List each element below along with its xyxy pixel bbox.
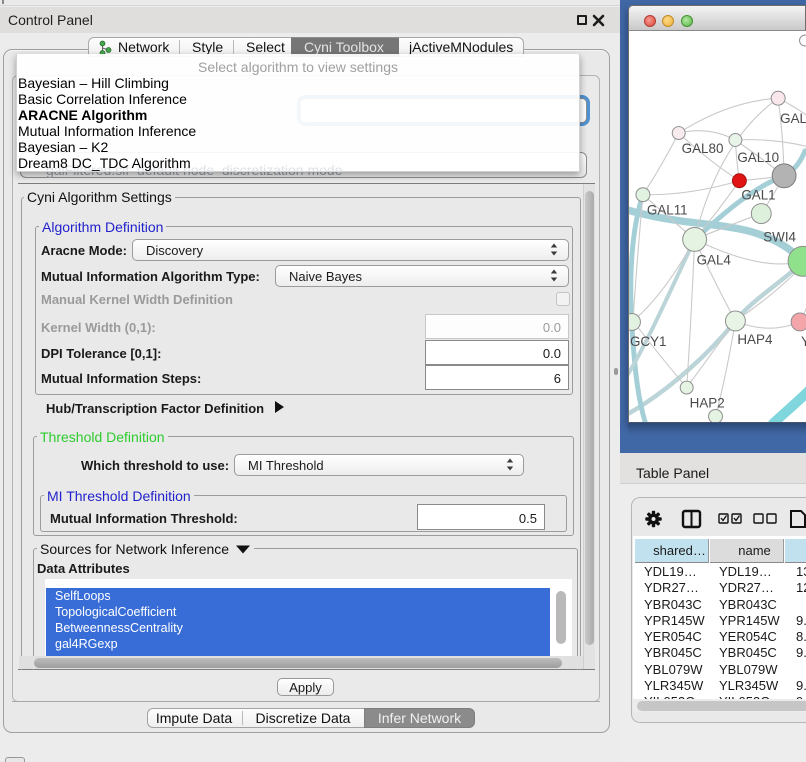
svg-text:GAL10: GAL10	[737, 150, 779, 165]
svg-text:GAL4: GAL4	[697, 252, 732, 267]
svg-text:HAP4: HAP4	[737, 332, 773, 347]
svg-text:GCY1: GCY1	[630, 334, 667, 349]
svg-text:Y: Y	[801, 334, 806, 349]
svg-text:SWI4: SWI4	[763, 229, 796, 244]
svg-text:GAL1: GAL1	[741, 188, 775, 203]
svg-text:GAL11: GAL11	[647, 203, 688, 218]
svg-text:GAL80: GAL80	[682, 141, 724, 156]
svg-text:HAP2: HAP2	[690, 395, 725, 410]
svg-text:GAL: GAL	[780, 111, 806, 126]
